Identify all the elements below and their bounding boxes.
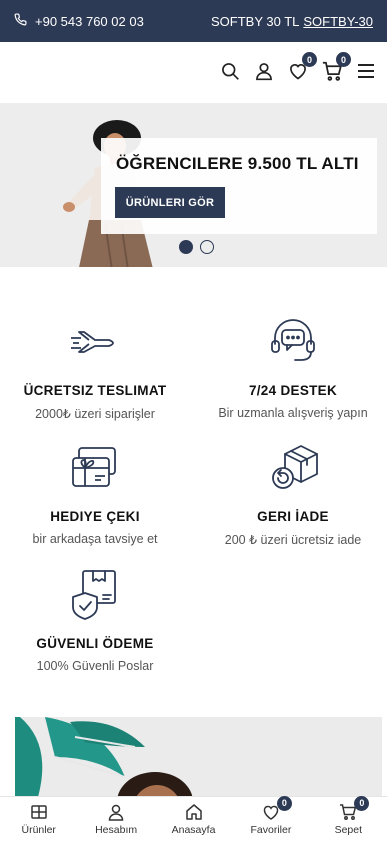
slider-dot-1[interactable] <box>179 240 193 254</box>
feature-title: HEDIYE ÇEKI <box>50 509 140 524</box>
feature-subtitle: Bir uzmanla alışveriş yapın <box>218 406 368 420</box>
feature-subtitle: 200 ₺ üzeri ücretsiz iade <box>224 533 362 547</box>
hero-slider[interactable]: ÖĞRENCILERE 9.500 TL ALTI ÜRÜNLERI GÖR <box>0 104 387 267</box>
favorites-count-badge: 0 <box>302 52 317 67</box>
feature-title: GÜVENLI ÖDEME <box>36 636 154 651</box>
nav-home[interactable]: Anasayfa <box>155 797 232 841</box>
shield-box-icon <box>72 570 116 620</box>
feature-subtitle: 2000₺ üzeri siparişler <box>35 407 155 421</box>
hero-card: ÖĞRENCILERE 9.500 TL ALTI ÜRÜNLERI GÖR <box>101 138 377 234</box>
feature-gift-card: HEDIYE ÇEKI bir arkadaşa tavsiye et <box>0 442 190 546</box>
nav-label: Ürünler <box>21 823 56 836</box>
nav-label: Favoriler <box>250 823 292 836</box>
user-icon <box>256 63 272 81</box>
feature-title: 7/24 DESTEK <box>248 383 338 398</box>
nav-cart[interactable]: 0 Sepet <box>310 795 387 841</box>
banner-image <box>15 717 382 807</box>
phone-icon <box>14 13 27 29</box>
bottom-navigation: Ürünler Hesabım Anasayfa 0 Favoriler 0 S… <box>0 795 387 841</box>
headset-icon <box>271 319 315 361</box>
nav-label: Hesabım <box>95 823 138 836</box>
nav-label: Sepet <box>334 823 363 836</box>
feature-title: GERI İADE <box>257 509 329 524</box>
home-icon <box>185 803 202 820</box>
cart-count-badge: 0 <box>354 795 370 811</box>
user-icon <box>108 804 124 821</box>
nav-label: Anasayfa <box>171 823 216 836</box>
grid-icon <box>30 804 47 819</box>
feature-subtitle: bir arkadaşa tavsiye et <box>32 532 158 546</box>
nav-account[interactable]: Hesabım <box>77 797 154 841</box>
search-icon <box>222 63 239 80</box>
promo-image-banner[interactable] <box>15 717 382 807</box>
phone-number[interactable]: +90 543 760 02 03 <box>35 14 144 29</box>
favorites-button[interactable]: 0 <box>287 52 317 82</box>
view-products-button[interactable]: ÜRÜNLERI GÖR <box>115 187 225 218</box>
return-box-icon <box>272 445 318 489</box>
site-header: 0 0 <box>0 42 387 104</box>
slider-dots <box>179 240 214 254</box>
account-button[interactable] <box>253 60 275 82</box>
promo-code[interactable]: SOFTBY-30 <box>303 14 373 29</box>
cart-count-badge: 0 <box>336 52 351 67</box>
slider-dot-2[interactable] <box>200 240 214 254</box>
hero-title: ÖĞRENCILERE 9.500 TL ALTI <box>116 154 359 173</box>
search-button[interactable] <box>219 60 241 82</box>
phone-contact[interactable]: +90 543 760 02 03 <box>14 13 144 29</box>
menu-button[interactable] <box>355 60 377 82</box>
feature-free-delivery: ÜCRETSIZ TESLIMAT 2000₺ üzeri siparişler <box>0 316 190 421</box>
nav-products[interactable]: Ürünler <box>0 797 77 841</box>
feature-secure-payment: GÜVENLI ÖDEME 100% Güvenli Poslar <box>0 569 190 673</box>
airplane-icon <box>71 331 114 353</box>
feature-title: ÜCRETSIZ TESLIMAT <box>23 383 167 398</box>
nav-favorites[interactable]: 0 Favoriler <box>232 795 309 841</box>
promo-text: SOFTBY 30 TL <box>210 13 300 29</box>
feature-subtitle: 100% Güvenli Poslar <box>36 659 154 673</box>
promo-banner: SOFTBY 30 TL SOFTBY-30 <box>211 14 373 29</box>
hamburger-menu-icon <box>358 64 374 78</box>
top-bar: +90 543 760 02 03 SOFTBY 30 TL SOFTBY-30 <box>0 0 387 42</box>
favorites-count-badge: 0 <box>276 795 292 811</box>
cart-button[interactable]: 0 <box>321 52 351 82</box>
gift-card-icon <box>72 447 116 487</box>
feature-support: 7/24 DESTEK Bir uzmanla alışveriş yapın <box>198 316 387 420</box>
feature-returns: GERI İADE 200 ₺ üzeri ücretsiz iade <box>198 442 387 547</box>
